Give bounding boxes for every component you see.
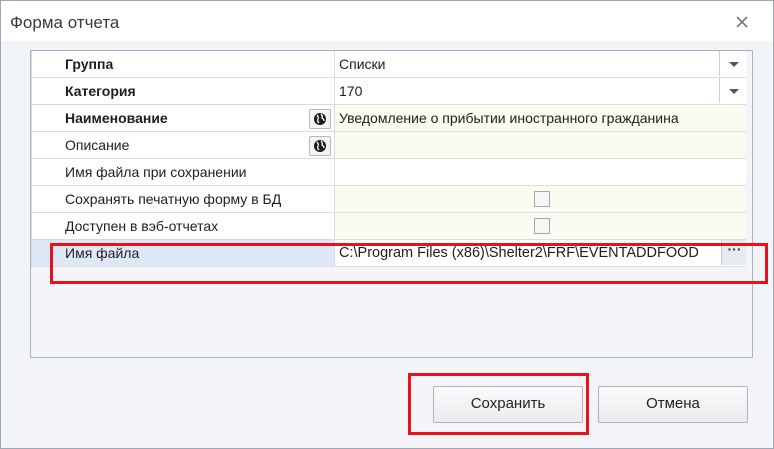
property-grid: Группа Списки Категория 170 Наименование… (30, 50, 753, 358)
report-form-window: Форма отчета Группа Списки Категория 170… (0, 0, 774, 449)
row-label: Описание (65, 137, 130, 153)
row-label-cell: Наименование (31, 105, 335, 132)
name-field[interactable]: Уведомление о прибытии иностранного граж… (334, 105, 746, 132)
row-value: 170 (339, 83, 363, 99)
dialog-body: Группа Списки Категория 170 Наименование… (1, 41, 773, 448)
row-label-cell: Категория (31, 78, 335, 105)
grid-row-category[interactable]: Категория 170 (31, 78, 752, 105)
row-value: Уведомление о прибытии иностранного граж… (339, 110, 679, 126)
row-label: Доступен в вэб-отчетах (65, 218, 219, 234)
group-dropdown[interactable]: Списки (334, 51, 746, 78)
chevron-down-icon[interactable] (719, 78, 746, 103)
row-label: Сохранять печатную форму в БД (65, 191, 282, 207)
row-label: Группа (65, 56, 114, 72)
grid-row-save-to-db[interactable]: Сохранять печатную форму в БД (31, 186, 752, 213)
close-icon[interactable] (733, 13, 751, 31)
row-label-cell: Доступен в вэб-отчетах (31, 213, 335, 240)
grid-row-web-reports[interactable]: Доступен в вэб-отчетах (31, 213, 752, 240)
row-label: Наименование (65, 110, 168, 126)
save-to-db-cell (334, 186, 746, 213)
row-value: Списки (339, 56, 386, 72)
web-reports-cell (334, 213, 746, 240)
chevron-down-icon[interactable] (719, 51, 746, 76)
save-to-db-checkbox[interactable] (534, 191, 550, 207)
category-dropdown[interactable]: 170 (334, 78, 746, 105)
row-label-cell: Описание (31, 132, 335, 159)
row-label-cell: Имя файла при сохранении (31, 159, 335, 186)
grid-row-description[interactable]: Описание (31, 132, 752, 159)
grid-row-name[interactable]: Наименование Уведомление о прибытии инос… (31, 105, 752, 132)
cancel-button[interactable]: Отмена (598, 386, 748, 423)
save-button-highlight (408, 373, 589, 435)
grid-row-save-filename[interactable]: Имя файла при сохранении (31, 159, 752, 186)
filename-row-highlight (50, 243, 768, 284)
title-bar: Форма отчета (1, 1, 773, 41)
row-label-cell: Группа (31, 51, 335, 78)
window-title: Форма отчета (10, 13, 120, 32)
globe-icon[interactable] (309, 136, 331, 156)
globe-icon[interactable] (309, 109, 331, 129)
save-filename-field[interactable] (334, 159, 746, 186)
web-reports-checkbox[interactable] (534, 218, 550, 234)
description-field[interactable] (334, 132, 746, 159)
row-label: Имя файла при сохранении (65, 164, 247, 180)
row-label: Категория (65, 83, 136, 99)
grid-row-group[interactable]: Группа Списки (31, 51, 752, 78)
row-label-cell: Сохранять печатную форму в БД (31, 186, 335, 213)
